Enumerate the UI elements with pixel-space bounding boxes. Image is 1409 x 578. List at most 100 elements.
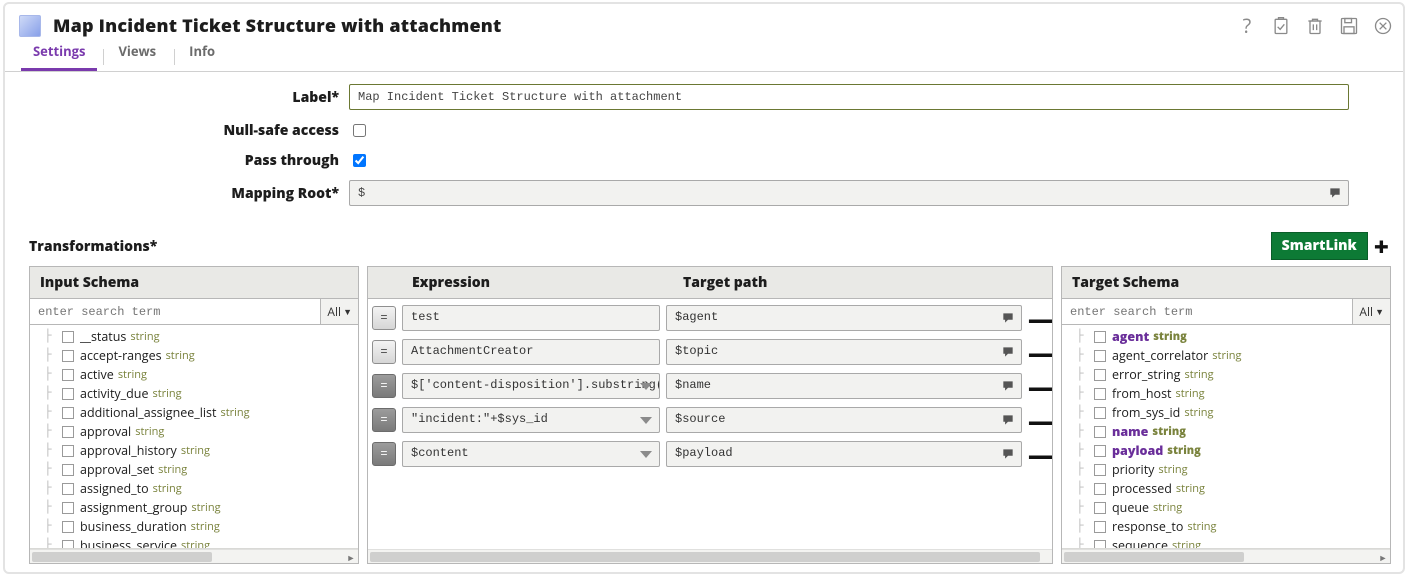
target-schema-search[interactable]: [1062, 300, 1352, 324]
schema-item[interactable]: ├agentstring: [1076, 327, 1390, 346]
tab-content[interactable]: Label* Null-safe access Pass through Map…: [5, 72, 1403, 572]
schema-item[interactable]: ├approval_setstring: [44, 460, 358, 479]
target-path-input[interactable]: $agent: [666, 305, 1022, 331]
expression-type-button[interactable]: =: [372, 442, 396, 466]
schema-item[interactable]: ├approvalstring: [44, 422, 358, 441]
scroll-thumb[interactable]: [1064, 552, 1244, 562]
label-input[interactable]: [349, 84, 1349, 110]
schema-checkbox[interactable]: [62, 445, 74, 457]
schema-checkbox[interactable]: [62, 464, 74, 476]
schema-item[interactable]: ├assignment_groupstring: [44, 498, 358, 517]
expression-input[interactable]: $['content-disposition'].substring(: [402, 373, 660, 399]
expression-type-button[interactable]: =: [372, 340, 396, 364]
schema-checkbox[interactable]: [62, 350, 74, 362]
target-path-input[interactable]: $name: [666, 373, 1022, 399]
schema-item[interactable]: ├response_tostring: [1076, 517, 1390, 536]
expression-picker-icon[interactable]: [1327, 185, 1343, 201]
schema-item[interactable]: ├from_hoststring: [1076, 384, 1390, 403]
expression-picker-icon[interactable]: [1001, 447, 1015, 461]
target-schema-tree[interactable]: ├agentstring├agent_correlatorstring├erro…: [1062, 325, 1390, 549]
schema-item[interactable]: ├__statusstring: [44, 327, 358, 346]
nullsafe-checkbox[interactable]: [353, 124, 366, 137]
expression-input[interactable]: test: [402, 305, 660, 331]
smartlink-button[interactable]: SmartLink: [1271, 232, 1368, 260]
close-icon[interactable]: [1373, 16, 1393, 36]
scroll-thumb[interactable]: [32, 552, 212, 562]
expression-picker-icon[interactable]: [1001, 311, 1015, 325]
schema-item[interactable]: ├activity_duestring: [44, 384, 358, 403]
schema-item[interactable]: ├business_servicestring: [44, 536, 358, 549]
expression-picker-icon[interactable]: [1001, 345, 1015, 359]
schema-checkbox[interactable]: [1094, 502, 1106, 514]
schema-item[interactable]: ├error_stringstring: [1076, 365, 1390, 384]
input-schema-tree[interactable]: ├__statusstring├accept-rangesstring├acti…: [30, 325, 358, 549]
schema-checkbox[interactable]: [62, 369, 74, 381]
schema-checkbox[interactable]: [1094, 445, 1106, 457]
horizontal-scrollbar[interactable]: ◄ ►: [1062, 549, 1390, 563]
schema-item[interactable]: ├additional_assignee_liststring: [44, 403, 358, 422]
expression-type-button[interactable]: =: [372, 374, 396, 398]
schema-checkbox[interactable]: [62, 521, 74, 533]
horizontal-scrollbar[interactable]: ◄ ►: [30, 549, 358, 563]
schema-checkbox[interactable]: [1094, 331, 1106, 343]
help-icon[interactable]: ?: [1237, 16, 1257, 36]
schema-checkbox[interactable]: [1094, 426, 1106, 438]
input-schema-filter-button[interactable]: All ▼: [320, 299, 358, 324]
tab-settings[interactable]: Settings: [21, 36, 97, 71]
expression-picker-icon[interactable]: [1001, 379, 1015, 393]
expression-input[interactable]: "incident:"+$sys_id: [402, 407, 660, 433]
schema-checkbox[interactable]: [62, 502, 74, 514]
schema-item[interactable]: ├accept-rangesstring: [44, 346, 358, 365]
expression-input[interactable]: AttachmentCreator: [402, 339, 660, 365]
schema-checkbox[interactable]: [1094, 540, 1106, 550]
schema-checkbox[interactable]: [1094, 369, 1106, 381]
schema-checkbox[interactable]: [1094, 407, 1106, 419]
schema-item[interactable]: ├processedstring: [1076, 479, 1390, 498]
schema-item[interactable]: ├assigned_tostring: [44, 479, 358, 498]
tab-info[interactable]: Info: [177, 36, 227, 71]
target-path-input[interactable]: $topic: [666, 339, 1022, 365]
expression-type-button[interactable]: =: [372, 306, 396, 330]
schema-checkbox[interactable]: [1094, 521, 1106, 533]
clipboard-icon[interactable]: [1271, 16, 1291, 36]
expression-type-button[interactable]: =: [372, 408, 396, 432]
scroll-right-icon[interactable]: ►: [1376, 550, 1390, 564]
horizontal-scrollbar[interactable]: [368, 549, 1052, 563]
delete-icon[interactable]: [1305, 16, 1325, 36]
schema-item[interactable]: ├namestring: [1076, 422, 1390, 441]
schema-item[interactable]: ├queuestring: [1076, 498, 1390, 517]
schema-item[interactable]: ├activestring: [44, 365, 358, 384]
schema-checkbox[interactable]: [62, 483, 74, 495]
schema-item[interactable]: ├payloadstring: [1076, 441, 1390, 460]
schema-checkbox[interactable]: [1094, 388, 1106, 400]
schema-item[interactable]: ├agent_correlatorstring: [1076, 346, 1390, 365]
schema-checkbox[interactable]: [62, 388, 74, 400]
schema-item[interactable]: ├business_durationstring: [44, 517, 358, 536]
schema-checkbox[interactable]: [62, 426, 74, 438]
passthrough-checkbox[interactable]: [353, 154, 366, 167]
add-transformation-icon[interactable]: +: [1372, 233, 1391, 259]
schema-checkbox[interactable]: [1094, 350, 1106, 362]
schema-item[interactable]: ├prioritystring: [1076, 460, 1390, 479]
schema-item[interactable]: ├sequencestring: [1076, 536, 1390, 549]
schema-checkbox[interactable]: [1094, 483, 1106, 495]
target-path-input[interactable]: $payload: [666, 441, 1022, 467]
schema-checkbox[interactable]: [62, 331, 74, 343]
save-icon[interactable]: [1339, 16, 1359, 36]
schema-item[interactable]: ├from_sys_idstring: [1076, 403, 1390, 422]
scroll-right-icon[interactable]: ►: [344, 550, 358, 564]
tab-views[interactable]: Views: [106, 36, 168, 71]
target-schema-filter-button[interactable]: All ▼: [1352, 299, 1390, 324]
expression-picker-icon[interactable]: [1001, 413, 1015, 427]
chevron-down-icon[interactable]: [639, 379, 653, 393]
scroll-thumb[interactable]: [370, 552, 1040, 562]
schema-checkbox[interactable]: [62, 407, 74, 419]
schema-checkbox[interactable]: [62, 540, 74, 550]
expression-input[interactable]: $content: [402, 441, 660, 467]
chevron-down-icon[interactable]: [639, 447, 653, 461]
schema-checkbox[interactable]: [1094, 464, 1106, 476]
schema-item[interactable]: ├approval_historystring: [44, 441, 358, 460]
target-path-input[interactable]: $source: [666, 407, 1022, 433]
input-schema-search[interactable]: [30, 300, 320, 324]
chevron-down-icon[interactable]: [639, 413, 653, 427]
